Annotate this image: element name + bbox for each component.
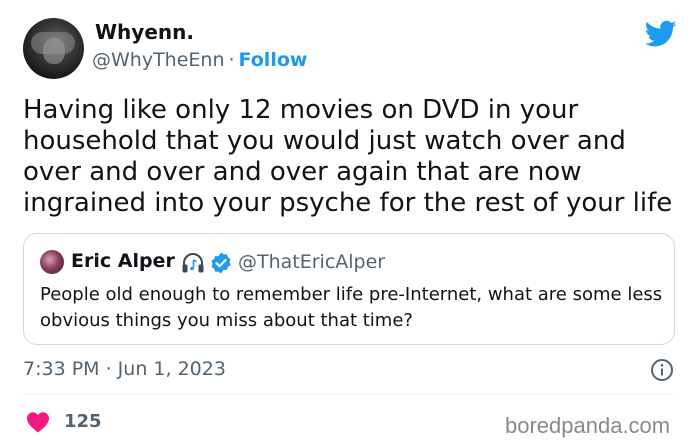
author-avatar[interactable]: [23, 18, 84, 79]
author-handle[interactable]: @WhyTheEnn: [92, 49, 225, 71]
author-name[interactable]: Whyenn.: [95, 20, 194, 44]
avatar-face-shape: [43, 38, 65, 64]
quote-author-handle[interactable]: @ThatEricAlper: [238, 251, 385, 273]
quote-text: People old enough to remember life pre-I…: [40, 284, 663, 331]
tweet-timestamp[interactable]: 7:33 PM · Jun 1, 2023: [23, 358, 226, 380]
headphones-icon: [182, 253, 204, 273]
quoted-tweet-card[interactable]: Eric Alper @ThatEricAlper People old eno…: [23, 233, 675, 345]
heart-icon[interactable]: [26, 411, 50, 433]
info-icon[interactable]: [650, 358, 674, 382]
quote-avatar[interactable]: [40, 250, 64, 274]
separator-dot: ·: [228, 49, 235, 71]
quote-author-name[interactable]: Eric Alper: [71, 250, 175, 272]
like-count: 125: [64, 411, 102, 432]
follow-button[interactable]: Follow: [239, 49, 308, 71]
twitter-bird-icon[interactable]: [645, 20, 677, 48]
author-handle-row: @WhyTheEnn · Follow: [92, 49, 307, 71]
tweet-text: Having like only 12 movies on DVD in you…: [23, 95, 673, 218]
verified-badge-icon: [211, 252, 231, 274]
divider: [23, 394, 675, 395]
watermark: boredpanda.com: [505, 413, 671, 438]
